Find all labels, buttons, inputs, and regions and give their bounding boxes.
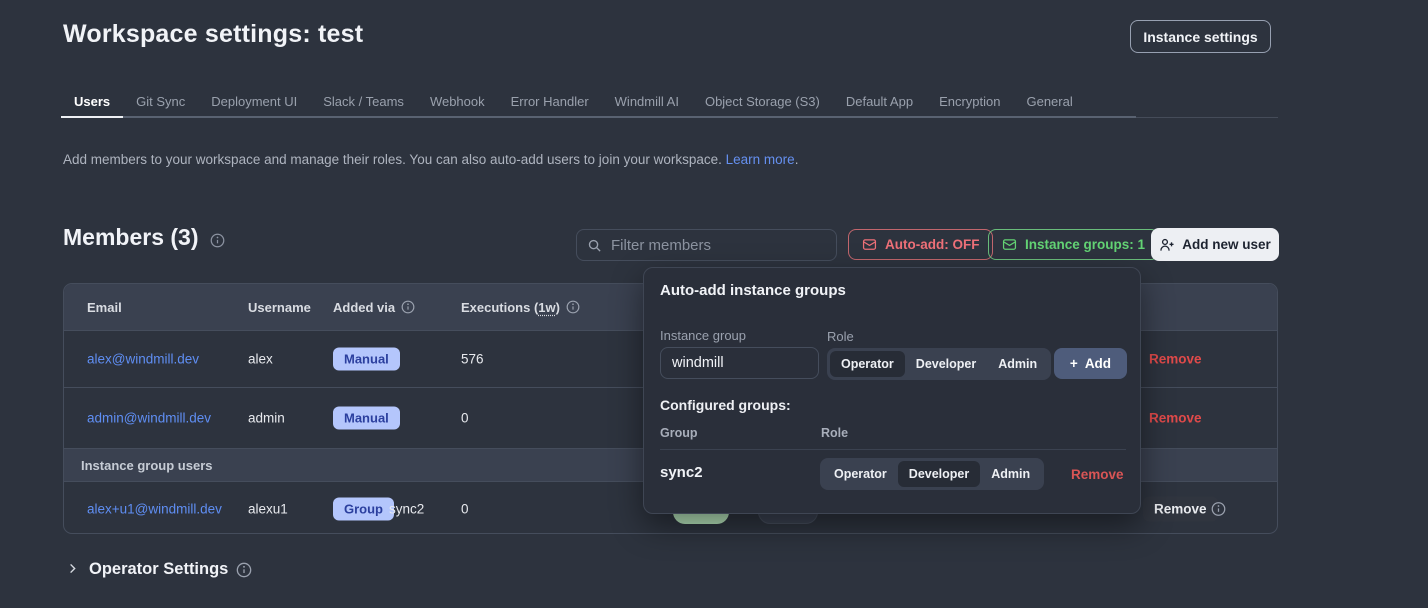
intro-period: . <box>795 152 799 167</box>
column-header-added-via: Added via <box>333 284 416 330</box>
divider <box>660 449 1126 450</box>
instance-settings-button[interactable]: Instance settings <box>1130 20 1271 53</box>
remove-member-button[interactable]: Remove <box>1149 352 1202 367</box>
learn-more-link[interactable]: Learn more <box>726 152 795 167</box>
settings-tab-bar: Users Git Sync Deployment UI Slack / Tea… <box>61 87 1086 118</box>
member-username: admin <box>248 411 285 426</box>
added-via-badge: Group <box>333 497 394 520</box>
role-label: Role <box>827 329 854 344</box>
member-username: alex <box>248 352 273 367</box>
role-segmented-control: Operator Developer Admin <box>827 348 1051 380</box>
tab-slack-teams[interactable]: Slack / Teams <box>310 87 417 118</box>
search-icon <box>587 238 602 253</box>
column-header-email: Email <box>87 284 122 330</box>
auto-add-label: Auto-add: OFF <box>885 237 979 252</box>
mail-icon <box>1002 237 1017 252</box>
info-icon[interactable] <box>566 300 581 315</box>
page-title: Workspace settings: test <box>63 20 363 49</box>
member-email-link[interactable]: admin@windmill.dev <box>87 411 211 426</box>
column-header-executions: Executions (1w) <box>461 284 581 330</box>
member-email-link[interactable]: alex@windmill.dev <box>87 352 199 367</box>
role-option-developer[interactable]: Developer <box>905 351 987 377</box>
role-option-operator[interactable]: Operator <box>830 351 905 377</box>
plus-icon: + <box>1070 356 1078 371</box>
instance-groups-label: Instance groups: 1 <box>1025 237 1145 252</box>
configured-column-role: Role <box>821 426 848 440</box>
role-option-developer[interactable]: Developer <box>898 461 980 487</box>
executions-label: Executions (1w) <box>461 300 560 315</box>
instance-group-input[interactable] <box>660 347 819 379</box>
info-icon[interactable] <box>1211 501 1226 516</box>
add-group-button[interactable]: + Add <box>1054 348 1127 379</box>
members-heading: Members (3) <box>63 224 198 251</box>
member-group-name: sync2 <box>389 501 424 516</box>
info-icon[interactable] <box>236 562 251 577</box>
operator-settings-toggle[interactable]: Operator Settings <box>66 560 251 579</box>
operator-settings-label: Operator Settings <box>89 560 228 579</box>
member-username: alexu1 <box>248 501 288 516</box>
role-option-admin[interactable]: Admin <box>980 461 1041 487</box>
added-via-badge: Manual <box>333 407 400 430</box>
filter-members-input[interactable] <box>611 237 826 254</box>
auto-add-instance-groups-popover: Auto-add instance groups Instance group … <box>643 267 1141 514</box>
role-option-admin[interactable]: Admin <box>987 351 1048 377</box>
filter-members-input-wrap <box>576 229 837 261</box>
configured-group-name: sync2 <box>660 464 703 481</box>
intro-text: Add members to your workspace and manage… <box>63 152 798 167</box>
add-new-user-label: Add new user <box>1182 237 1271 252</box>
tab-error-handler[interactable]: Error Handler <box>498 87 602 118</box>
info-icon[interactable] <box>210 233 225 248</box>
tab-default-app[interactable]: Default App <box>833 87 926 118</box>
added-via-badge: Manual <box>333 348 400 371</box>
member-executions: 0 <box>461 501 469 516</box>
remove-member-button[interactable]: Remove <box>1143 496 1218 521</box>
intro-description: Add members to your workspace and manage… <box>63 152 722 167</box>
popover-title: Auto-add instance groups <box>660 282 846 299</box>
tab-deployment-ui[interactable]: Deployment UI <box>198 87 310 118</box>
instance-group-label: Instance group <box>660 328 746 343</box>
tabs-underline-extension <box>1136 117 1278 118</box>
add-group-label: Add <box>1085 356 1111 371</box>
auto-add-button[interactable]: Auto-add: OFF <box>848 229 993 260</box>
column-header-username: Username <box>248 284 311 330</box>
remove-group-button[interactable]: Remove <box>1071 467 1124 482</box>
configured-column-group: Group <box>660 426 698 440</box>
user-plus-icon <box>1159 237 1174 252</box>
member-email-link[interactable]: alex+u1@windmill.dev <box>87 501 222 516</box>
info-icon[interactable] <box>401 300 416 315</box>
tab-encryption[interactable]: Encryption <box>926 87 1013 118</box>
chevron-right-icon <box>66 562 81 577</box>
tab-windmill-ai[interactable]: Windmill AI <box>602 87 692 118</box>
role-segmented-control: Operator Developer Admin <box>820 458 1044 490</box>
tab-object-storage[interactable]: Object Storage (S3) <box>692 87 833 118</box>
added-via-label: Added via <box>333 300 395 315</box>
add-new-user-button[interactable]: Add new user <box>1151 228 1279 261</box>
tab-users[interactable]: Users <box>61 87 123 118</box>
remove-member-button[interactable]: Remove <box>1149 411 1202 426</box>
tab-general[interactable]: General <box>1013 87 1085 118</box>
section-label: Instance group users <box>81 458 212 473</box>
mail-icon <box>862 237 877 252</box>
tab-webhook[interactable]: Webhook <box>417 87 498 118</box>
instance-groups-button[interactable]: Instance groups: 1 <box>988 229 1159 260</box>
member-executions: 576 <box>461 352 484 367</box>
configured-groups-heading: Configured groups: <box>660 397 791 413</box>
tab-git-sync[interactable]: Git Sync <box>123 87 198 118</box>
role-option-operator[interactable]: Operator <box>823 461 898 487</box>
member-executions: 0 <box>461 411 469 426</box>
